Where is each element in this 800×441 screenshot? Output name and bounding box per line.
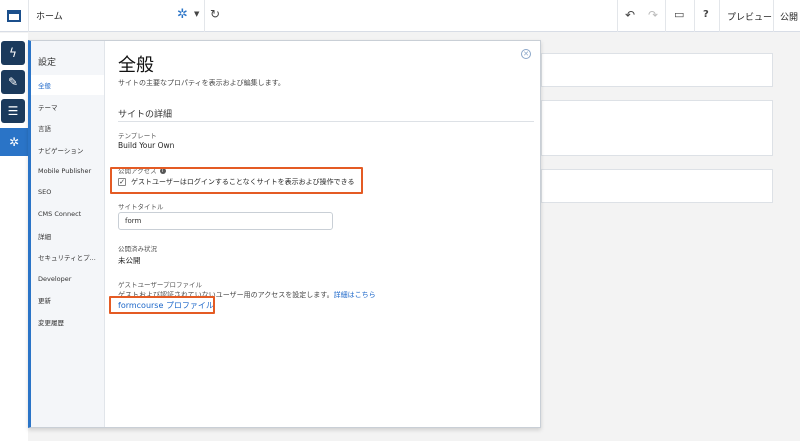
close-icon[interactable]: ✕ (521, 49, 531, 59)
site-title-input[interactable]: form (118, 212, 333, 230)
device-view-icon[interactable]: ▭ (674, 8, 684, 21)
undo-icon[interactable]: ↶ (625, 8, 635, 22)
divider (28, 0, 29, 32)
lightning-icon[interactable]: ϟ (1, 41, 25, 65)
divider (719, 0, 720, 32)
template-label: テンプレート (118, 132, 157, 140)
brush-icon[interactable]: ✎ (1, 70, 25, 94)
left-rail: ϟ ✎ ☰ ✲ (0, 33, 28, 441)
nav-item-mobile-publisher[interactable]: Mobile Publisher (31, 161, 104, 181)
settings-nav-title: 設定 (38, 58, 57, 68)
preview-button[interactable]: プレビュー (727, 10, 772, 23)
page-title: 全般 (118, 55, 154, 76)
divider (694, 0, 695, 32)
divider (204, 0, 205, 32)
refresh-icon[interactable]: ↻ (210, 7, 220, 21)
nav-item-seo[interactable]: SEO (31, 182, 104, 202)
settings-gear-icon[interactable]: ✲ (0, 128, 28, 156)
canvas-component[interactable] (541, 169, 773, 203)
nav-item-cms-connect[interactable]: CMS Connect (31, 204, 104, 224)
page-structure-icon[interactable]: ☰ (1, 99, 25, 123)
page-settings-gear-icon[interactable]: ✲ (177, 7, 188, 22)
nav-item-general[interactable]: 全般 (31, 75, 104, 95)
nav-item-updates[interactable]: 更新 (31, 290, 104, 310)
redo-icon[interactable]: ↷ (648, 8, 658, 22)
divider (617, 0, 618, 32)
publish-status-label: 公開済み状況 (118, 245, 157, 253)
divider (773, 0, 774, 32)
section-divider (118, 121, 534, 122)
highlight-box (110, 167, 363, 194)
page-selector[interactable]: ホーム (36, 9, 63, 22)
publish-status-value: 未公開 (118, 256, 141, 265)
section-title: サイトの詳細 (118, 110, 173, 120)
nav-item-navigation[interactable]: ナビゲーション (31, 140, 104, 160)
nav-item-security[interactable]: セキュリティとプ... (31, 247, 104, 267)
learn-more-link[interactable]: 詳細はこちら (334, 291, 376, 299)
divider (665, 0, 666, 32)
top-toolbar: ホーム ✲ ▼ ↻ ↶ ↷ ▭ ? プレビュー 公開 (0, 0, 800, 32)
nav-item-change-history[interactable]: 変更履歴 (31, 312, 104, 332)
nav-item-theme[interactable]: テーマ (31, 97, 104, 117)
canvas-component[interactable] (541, 100, 773, 156)
settings-content: 全般 ✕ サイトの主要なプロパティを表示および編集します。 サイトの詳細 テンプ… (105, 41, 541, 427)
help-icon[interactable]: ? (703, 9, 709, 20)
nav-item-developer[interactable]: Developer (31, 269, 104, 289)
page-subtitle: サイトの主要なプロパティを表示および編集します。 (118, 79, 285, 87)
app-menu-icon[interactable] (0, 0, 28, 32)
nav-item-languages[interactable]: 言語 (31, 118, 104, 138)
site-title-label: サイトタイトル (118, 203, 164, 211)
nav-item-advanced[interactable]: 詳細 (31, 226, 104, 246)
canvas-component[interactable] (541, 53, 773, 87)
settings-nav: 設定 全般 テーマ 言語 ナビゲーション Mobile Publisher SE… (31, 41, 105, 427)
publish-button[interactable]: 公開 (780, 10, 798, 23)
guest-profile-label: ゲストユーザープロファイル (118, 281, 202, 289)
template-value: Build Your Own (118, 141, 175, 150)
highlight-box (109, 296, 215, 314)
settings-panel: 設定 全般 テーマ 言語 ナビゲーション Mobile Publisher SE… (28, 40, 541, 428)
chevron-down-icon[interactable]: ▼ (194, 10, 199, 18)
